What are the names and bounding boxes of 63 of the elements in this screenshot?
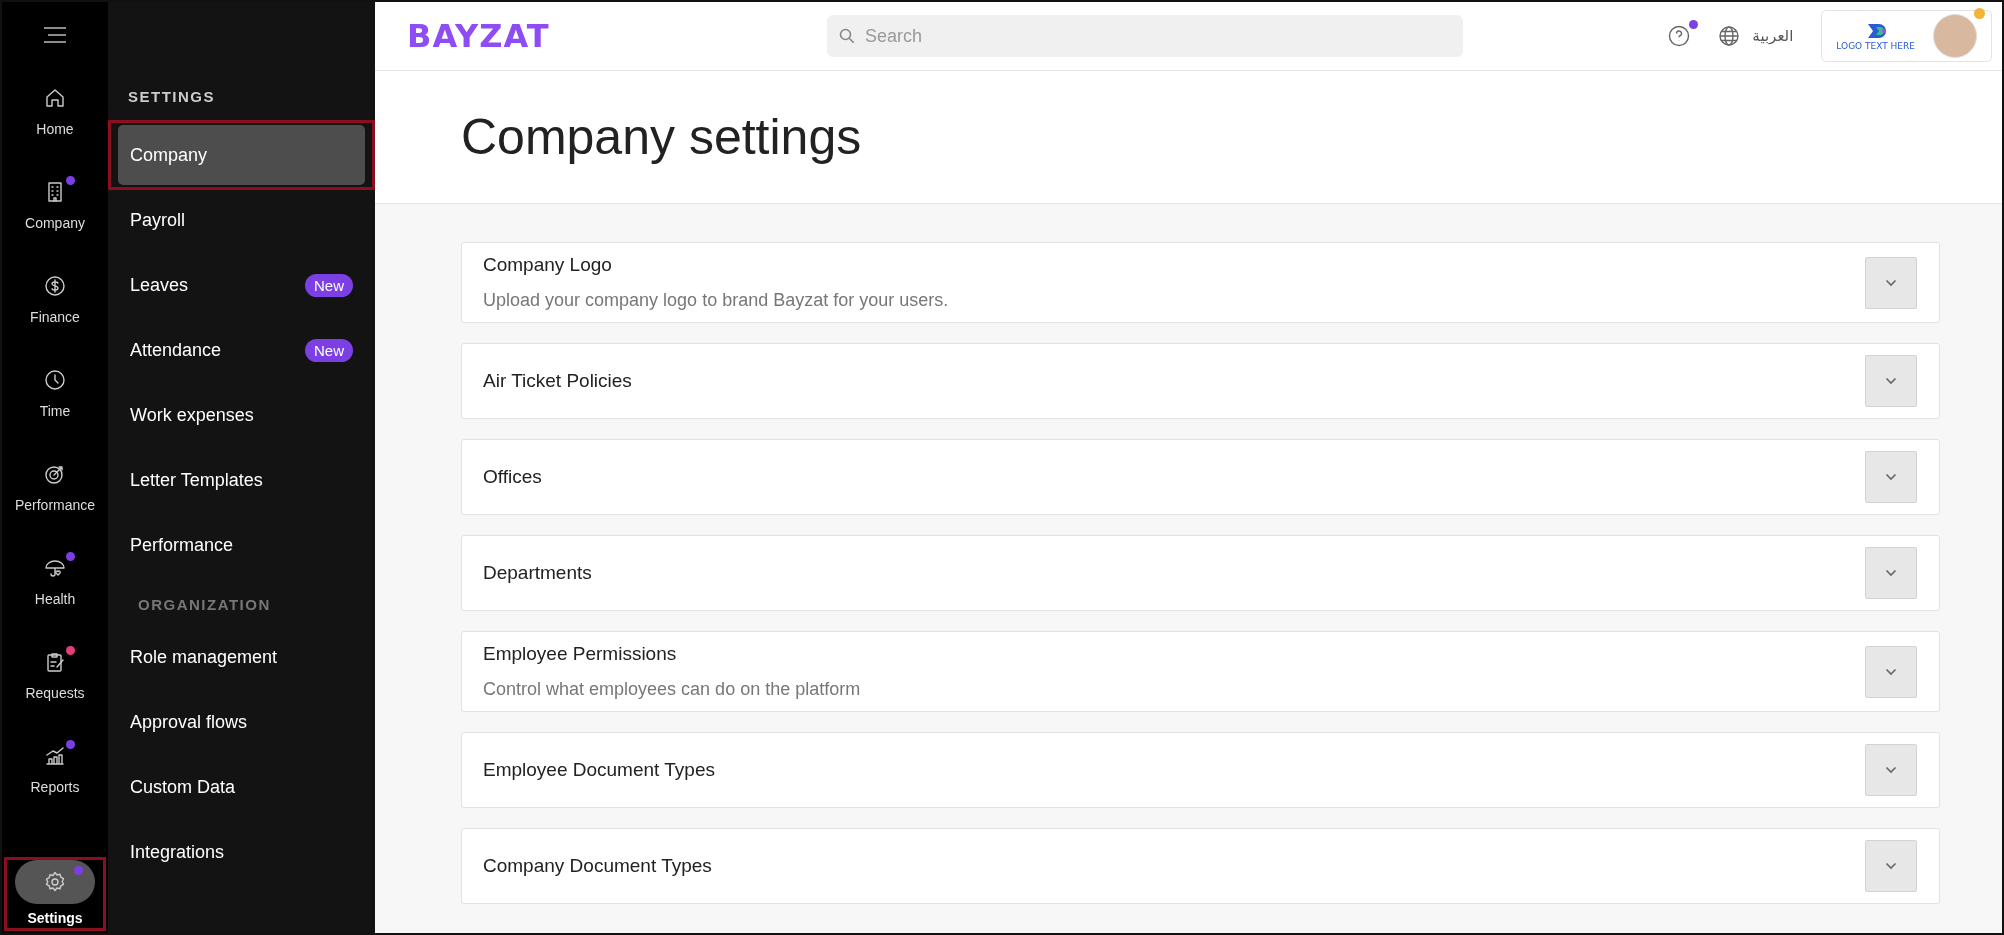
language-link[interactable]: العربية: [1752, 27, 1794, 45]
menu-item[interactable]: Leaves New: [118, 255, 365, 315]
menu-icon[interactable]: [42, 26, 68, 44]
clock-icon: [43, 368, 67, 392]
gear-icon: [43, 870, 67, 894]
chevron-down-icon: [1885, 766, 1897, 774]
search-icon: [839, 28, 855, 44]
globe-icon[interactable]: [1718, 25, 1741, 47]
nav-item[interactable]: Reports: [2, 742, 108, 836]
nav-item[interactable]: Company: [2, 178, 108, 272]
section-heading: ORGANIZATION: [137, 595, 272, 615]
search-field[interactable]: Search: [827, 15, 1463, 57]
help-icon[interactable]: [1668, 25, 1691, 47]
nav-item[interactable]: Settings: [2, 853, 108, 933]
company-logo-text: LOGO TEXT HERE: [1836, 41, 1915, 51]
menu-item[interactable]: Approval flows: [118, 692, 365, 752]
expand-button[interactable]: [1865, 744, 1917, 796]
card-title: Employee Document Types: [483, 759, 715, 781]
chart-icon: [43, 744, 67, 768]
home-icon: [43, 86, 67, 110]
menu-item[interactable]: Work expenses: [118, 385, 365, 445]
expand-button[interactable]: [1865, 645, 1917, 698]
dollar-icon: [43, 274, 67, 298]
nav-item[interactable]: Home: [2, 84, 108, 178]
chevron-down-icon: [1885, 377, 1897, 385]
brand-logo[interactable]: BAYZAT: [407, 17, 827, 55]
card-title: Air Ticket Policies: [483, 370, 632, 392]
expand-button[interactable]: [1865, 355, 1917, 407]
card-title: Employee Permissions: [483, 643, 678, 665]
menu-item[interactable]: Letter Templates: [118, 450, 365, 510]
card-title: Company Logo: [483, 254, 613, 276]
expand-button[interactable]: [1865, 840, 1917, 892]
chevron-down-icon: [1885, 569, 1897, 577]
card-description: Upload your company logo to brand Bayzat for your users.: [483, 290, 949, 311]
expand-button[interactable]: [1865, 256, 1917, 309]
chevron-down-icon: [1885, 278, 1897, 287]
nav-item[interactable]: Requests: [2, 648, 108, 742]
card-title: Company Document Types: [483, 855, 712, 877]
nav-item[interactable]: Time: [2, 366, 108, 460]
menu-item[interactable]: Company: [118, 125, 365, 185]
menu-item[interactable]: Role management: [118, 627, 365, 687]
chevron-down-icon: [1885, 667, 1897, 676]
menu-item[interactable]: Integrations: [118, 822, 365, 882]
menu-item[interactable]: Payroll: [118, 190, 365, 250]
new-badge: New: [305, 338, 353, 362]
menu-item[interactable]: Performance: [118, 515, 365, 575]
nav-item[interactable]: Health: [2, 554, 108, 648]
account-switcher[interactable]: LOGO TEXT HERE: [1821, 10, 1992, 62]
nav-item[interactable]: Performance: [2, 460, 108, 554]
card-description: Control what employees can do on the platform: [483, 679, 861, 700]
menu-item[interactable]: Custom Data: [118, 757, 365, 817]
menu-item[interactable]: Attendance New: [118, 320, 365, 380]
new-badge: New: [305, 273, 353, 297]
card-title: Departments: [483, 562, 592, 584]
expand-button[interactable]: [1865, 547, 1917, 599]
chevron-down-icon: [1885, 862, 1897, 870]
avatar-photo-placeholder: [1933, 14, 1977, 58]
page-title: Company settings: [461, 108, 862, 166]
card-title: Offices: [483, 466, 542, 488]
chevron-down-icon: [1885, 473, 1897, 481]
section-heading: SETTINGS: [127, 87, 216, 107]
nav-item[interactable]: Finance: [2, 272, 108, 366]
expand-button[interactable]: [1865, 451, 1917, 503]
